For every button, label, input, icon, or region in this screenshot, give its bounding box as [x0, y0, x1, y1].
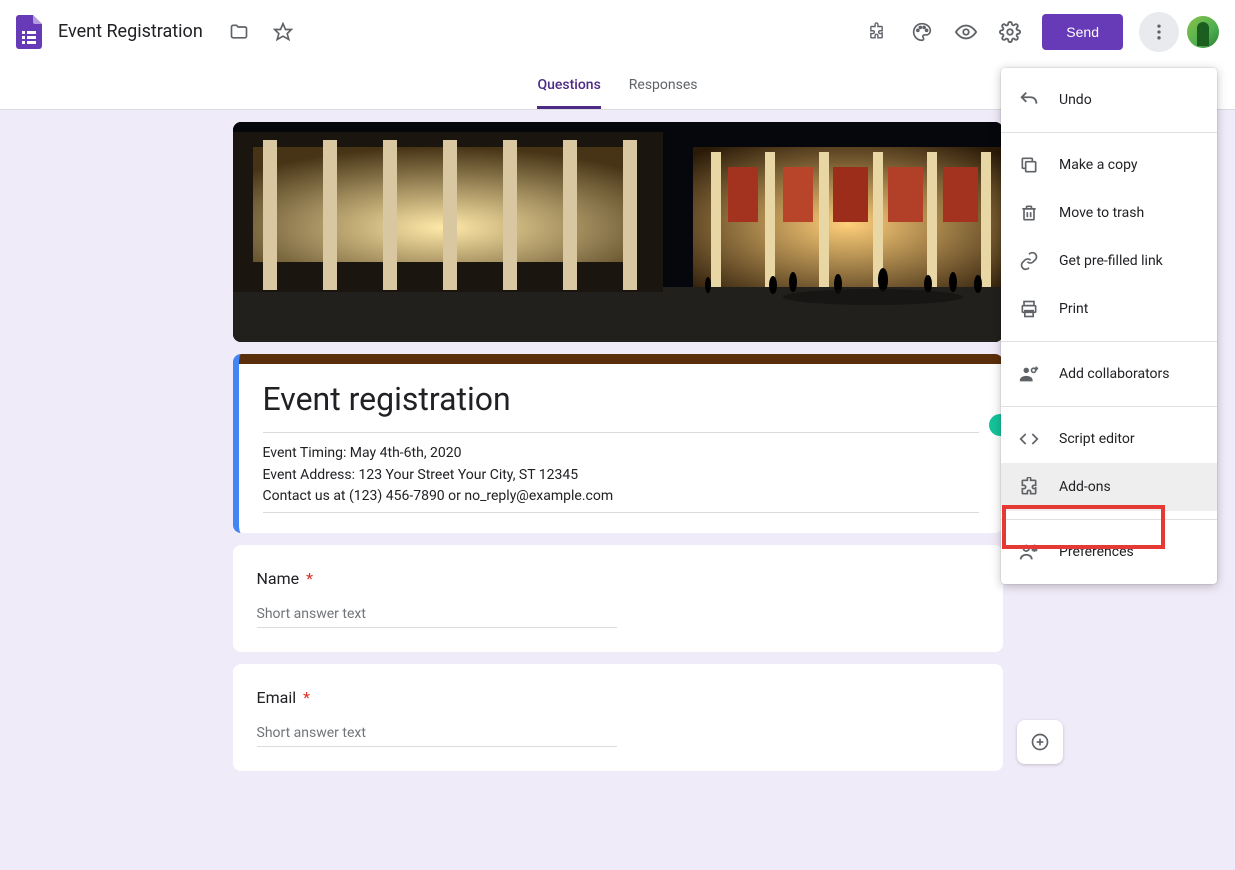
menu-separator	[1001, 519, 1217, 520]
menu-label: Undo	[1059, 92, 1092, 108]
add-collaborators-icon	[1017, 362, 1041, 386]
menu-undo[interactable]: Undo	[1001, 76, 1217, 124]
question-toolbar	[1017, 720, 1063, 764]
menu-preferences[interactable]: Preferences	[1001, 528, 1217, 576]
form-header-image[interactable]	[233, 122, 1003, 342]
menu-label: Get pre-filled link	[1059, 253, 1163, 269]
menu-add-collaborators[interactable]: Add collaborators	[1001, 350, 1217, 398]
question-text: Email	[257, 688, 297, 707]
form-title-card[interactable]: Event registration Event Timing: May 4th…	[233, 354, 1003, 533]
menu-print[interactable]: Print	[1001, 285, 1217, 333]
question-label: Email *	[257, 688, 979, 707]
print-icon	[1017, 297, 1041, 321]
send-button[interactable]: Send	[1042, 14, 1123, 50]
star-icon[interactable]	[263, 12, 303, 52]
short-answer-input[interactable]: Short answer text	[257, 606, 617, 628]
addons-icon[interactable]	[858, 12, 898, 52]
form-description[interactable]: Event Timing: May 4th-6th, 2020 Event Ad…	[263, 432, 979, 513]
tab-responses[interactable]: Responses	[629, 64, 698, 109]
question-card[interactable]: Name * Short answer text	[233, 545, 1003, 652]
question-text: Name	[257, 569, 300, 588]
menu-label: Make a copy	[1059, 157, 1138, 173]
question-label: Name *	[257, 569, 979, 588]
menu-script-editor[interactable]: Script editor	[1001, 415, 1217, 463]
more-button[interactable]	[1139, 12, 1179, 52]
menu-label: Add collaborators	[1059, 366, 1169, 382]
preview-icon[interactable]	[946, 12, 986, 52]
puzzle-icon	[1017, 475, 1041, 499]
short-answer-input[interactable]: Short answer text	[257, 725, 617, 747]
add-question-icon[interactable]	[1020, 726, 1060, 758]
menu-label: Print	[1059, 301, 1088, 317]
menu-label: Add-ons	[1059, 479, 1111, 495]
forms-logo-icon[interactable]	[16, 14, 42, 50]
question-card[interactable]: Email * Short answer text	[233, 664, 1003, 771]
copy-icon	[1017, 153, 1041, 177]
trash-icon	[1017, 201, 1041, 225]
menu-addons[interactable]: Add-ons	[1001, 463, 1217, 511]
menu-label: Script editor	[1059, 431, 1135, 447]
palette-icon[interactable]	[902, 12, 942, 52]
settings-gear-icon[interactable]	[990, 12, 1030, 52]
menu-label: Move to trash	[1059, 205, 1144, 221]
menu-move-to-trash[interactable]: Move to trash	[1001, 189, 1217, 237]
code-icon	[1017, 427, 1041, 451]
app-header: Event Registration Send	[0, 0, 1235, 64]
menu-get-prefilled-link[interactable]: Get pre-filled link	[1001, 237, 1217, 285]
required-star-icon: *	[303, 688, 310, 707]
menu-separator	[1001, 132, 1217, 133]
form-area: Event registration Event Timing: May 4th…	[233, 122, 1003, 771]
menu-separator	[1001, 341, 1217, 342]
menu-separator	[1001, 406, 1217, 407]
tab-questions[interactable]: Questions	[537, 64, 600, 109]
account-avatar[interactable]	[1187, 16, 1219, 48]
link-icon	[1017, 249, 1041, 273]
move-to-folder-icon[interactable]	[219, 12, 259, 52]
document-title[interactable]: Event Registration	[58, 21, 203, 42]
menu-make-copy[interactable]: Make a copy	[1001, 141, 1217, 189]
required-star-icon: *	[306, 569, 313, 588]
preferences-icon	[1017, 540, 1041, 564]
more-menu: Undo Make a copy Move to trash Get pre-f…	[1001, 68, 1217, 584]
form-title[interactable]: Event registration	[263, 376, 979, 418]
undo-icon	[1017, 88, 1041, 112]
menu-label: Preferences	[1059, 544, 1134, 560]
